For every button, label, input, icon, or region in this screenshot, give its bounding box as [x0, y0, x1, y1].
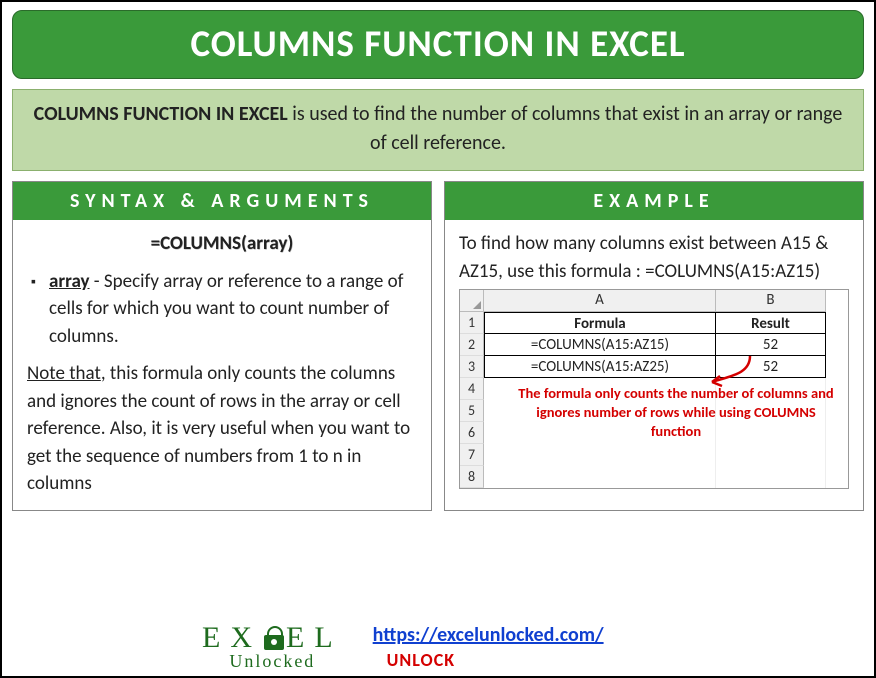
row-header: 3 [460, 356, 484, 378]
note-lead: Note that [27, 362, 101, 385]
argument-description: - Specify array or reference to a range … [49, 270, 403, 348]
note-text: Note that, this formula only counts the … [27, 360, 417, 498]
cell-formula: =COLUMNS(A15:AZ25) [484, 356, 716, 378]
argument-name: array [49, 270, 90, 293]
title-banner: COLUMNS FUNCTION IN EXCEL [12, 10, 864, 79]
logo-text-right: EL [286, 621, 343, 655]
formula-definition: =COLUMNS(array) [27, 230, 417, 258]
syntax-panel: SYNTAX & ARGUMENTS =COLUMNS(array) ▪ arr… [12, 181, 432, 511]
row-header: 8 [460, 466, 484, 488]
col-header-b: B [716, 290, 826, 312]
lock-icon [264, 626, 284, 650]
cell-formula: =COLUMNS(A15:AZ15) [484, 334, 716, 356]
page-title: COLUMNS FUNCTION IN EXCEL [13, 21, 863, 66]
grid-corner [460, 290, 484, 312]
example-heading: EXAMPLE [445, 182, 863, 220]
row-header: 5 [460, 400, 484, 422]
example-panel: EXAMPLE To find how many columns exist b… [444, 181, 864, 511]
cell-result: 52 [716, 356, 826, 378]
cell-result: 52 [716, 334, 826, 356]
logo-text-left: EX [202, 621, 262, 655]
syntax-heading: SYNTAX & ARGUMENTS [13, 182, 431, 220]
logo: EX EL Unlocked [202, 621, 343, 672]
table-header-formula: Formula [484, 312, 716, 334]
footer-unlock-text: UNLOCK [373, 649, 604, 671]
logo-subtitle: Unlocked [229, 651, 315, 672]
description-box: COLUMNS FUNCTION IN EXCEL is used to fin… [12, 89, 864, 171]
excel-grid: A B 1 Formula Result 2 =COLUMNS(A15:AZ15… [459, 289, 849, 489]
footer-link[interactable]: https://excelunlocked.com/ [373, 623, 604, 647]
row-header: 1 [460, 312, 484, 334]
col-header-a: A [484, 290, 716, 312]
description-text: is used to find the number of columns th… [288, 102, 843, 155]
row-header: 7 [460, 444, 484, 466]
row-header: 6 [460, 422, 484, 444]
table-row: 3 =COLUMNS(A15:AZ25) 52 [460, 356, 848, 378]
example-intro: To find how many columns exist between A… [459, 230, 849, 285]
description-bold: COLUMNS FUNCTION IN EXCEL [34, 102, 288, 126]
row-header: 4 [460, 378, 484, 400]
bullet-icon: ▪ [27, 268, 49, 351]
table-header-result: Result [716, 312, 826, 334]
table-row: 2 =COLUMNS(A15:AZ15) 52 [460, 334, 848, 356]
footer: EX EL Unlocked https://excelunlocked.com… [2, 621, 874, 672]
row-header: 2 [460, 334, 484, 356]
argument-item: ▪ array - Specify array or reference to … [27, 268, 417, 351]
